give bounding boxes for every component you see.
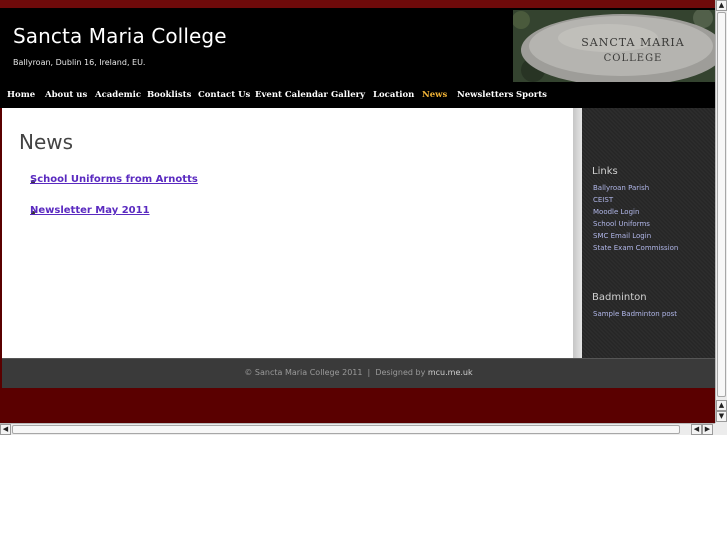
- site-tagline: Ballyroan, Dublin 16, Ireland, EU.: [13, 58, 146, 67]
- sidebar-link-ceist[interactable]: CEIST: [593, 196, 613, 204]
- logo-text-line2: COLLEGE: [604, 53, 663, 64]
- content-shadow: [573, 108, 582, 358]
- nav-academic[interactable]: Academic: [95, 83, 141, 108]
- sidebar-link-state-exam-commission[interactable]: State Exam Commission: [593, 244, 678, 252]
- sidebar-link-smc-email-login[interactable]: SMC Email Login: [593, 232, 651, 240]
- sidebar-link-school-uniforms[interactable]: School Uniforms: [593, 220, 650, 228]
- nav-location[interactable]: Location: [373, 83, 414, 108]
- nav-contact-us[interactable]: Contact Us: [198, 83, 250, 108]
- nav-news[interactable]: News: [422, 83, 447, 108]
- site-header: Sancta Maria College Ballyroan, Dublin 1…: [0, 8, 715, 83]
- top-strip: [0, 0, 715, 8]
- badminton-widget-title: Badminton: [592, 292, 647, 303]
- horizontal-scroll-thumb[interactable]: [12, 425, 680, 434]
- nav-about-us[interactable]: About us: [45, 83, 87, 108]
- links-widget-title: Links: [592, 166, 618, 177]
- nav-booklists[interactable]: Booklists: [147, 83, 191, 108]
- footer-text: © Sancta Maria College 2011 | Designed b…: [2, 368, 715, 377]
- scrollbar-corner: [715, 423, 727, 435]
- horizontal-scrollbar[interactable]: ◀ ◀ ▶: [0, 423, 715, 435]
- footer-copyright: © Sancta Maria College 2011 | Designed b…: [244, 368, 428, 377]
- nav-sports[interactable]: Sports: [516, 83, 547, 108]
- sidebar-link-ballyroan-parish[interactable]: Ballyroan Parish: [593, 184, 649, 192]
- arrow-down-icon[interactable]: ▼: [716, 411, 727, 422]
- site-title[interactable]: Sancta Maria College: [13, 24, 227, 48]
- arrow-right-icon[interactable]: ▶: [702, 424, 713, 435]
- logo-text-line1: SANCTA MARIA: [581, 36, 685, 49]
- news-link-school-uniforms[interactable]: School Uniforms from Arnotts: [30, 174, 198, 185]
- sidebar-link-sample-badminton-post[interactable]: Sample Badminton post: [593, 310, 677, 318]
- page-title: News: [19, 130, 74, 154]
- main-content: News School Uniforms from Arnotts Newsle…: [2, 108, 573, 358]
- college-stone-logo[interactable]: SANCTA MARIA COLLEGE: [513, 10, 715, 82]
- sidebar: Links Ballyroan Parish CEIST Moodle Logi…: [582, 108, 715, 358]
- news-link-newsletter-may-2011[interactable]: Newsletter May 2011: [30, 205, 150, 216]
- nav-gallery[interactable]: Gallery: [331, 83, 365, 108]
- nav-newsletters[interactable]: Newsletters: [457, 83, 513, 108]
- site-footer: © Sancta Maria College 2011 | Designed b…: [2, 358, 715, 388]
- nav-event-calendar[interactable]: Event Calendar: [255, 83, 328, 108]
- page-viewport: Sancta Maria College Ballyroan, Dublin 1…: [0, 0, 715, 423]
- arrow-up-icon[interactable]: ▲: [716, 400, 727, 411]
- stone-sign-image: SANCTA MARIA COLLEGE: [513, 10, 715, 82]
- vertical-scroll-thumb[interactable]: [717, 12, 726, 397]
- sidebar-link-moodle-login[interactable]: Moodle Login: [593, 208, 639, 216]
- arrow-up-icon[interactable]: ▲: [716, 0, 727, 11]
- arrow-left-icon[interactable]: ◀: [691, 424, 702, 435]
- arrow-left-icon[interactable]: ◀: [0, 424, 11, 435]
- footer-designer-link[interactable]: mcu.me.uk: [428, 368, 473, 377]
- main-navigation: Home About us Academic Booklists Contact…: [0, 83, 715, 108]
- vertical-scrollbar[interactable]: ▲ ▲ ▼: [715, 0, 727, 423]
- nav-home[interactable]: Home: [7, 83, 35, 108]
